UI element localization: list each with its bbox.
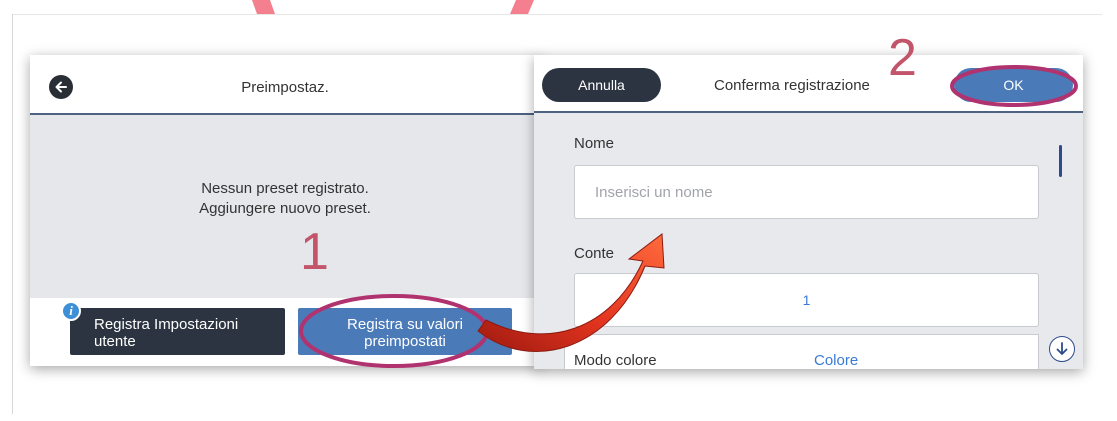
scroll-down-button[interactable] [1049, 336, 1075, 362]
register-preset-values-line1: Registra su valori [347, 316, 463, 333]
copies-row[interactable]: 1 [574, 273, 1039, 327]
preset-header: Preimpostaz. [30, 55, 540, 115]
arrow-occlusion [615, 241, 705, 267]
frame-top-border [12, 14, 1102, 15]
frame-left-border [12, 14, 13, 414]
preset-panel: Preimpostaz. Nessun preset registrato. A… [30, 55, 540, 366]
step-2-label: 2 [888, 29, 917, 87]
top-decoration-marks [252, 0, 534, 14]
step-1-label: 1 [300, 223, 329, 281]
register-preset-values-line2: preimpostati [364, 333, 446, 350]
confirm-registration-panel: Annulla Conferma registrazione OK Nome C… [534, 55, 1083, 369]
color-mode-value: Colore [814, 352, 859, 369]
name-label: Nome [574, 135, 615, 152]
empty-preset-message: Nessun preset registrato. Aggiungere nuo… [30, 179, 540, 219]
register-user-settings-button[interactable]: Registra Impostazioni utente [70, 308, 285, 355]
scrollbar-thumb[interactable] [1059, 145, 1062, 177]
preset-title: Preimpostaz. [241, 79, 329, 96]
register-user-settings-line1: Registra Impostazioni [94, 316, 239, 333]
confirm-header: Annulla Conferma registrazione OK [534, 55, 1083, 113]
confirm-title: Conferma registrazione [714, 77, 870, 94]
arrow-down-circle-icon [1056, 342, 1068, 355]
name-input[interactable] [574, 165, 1039, 219]
empty-message-line2: Aggiungere nuovo preset. [199, 200, 371, 217]
empty-message-line1: Nessun preset registrato. [201, 180, 369, 197]
cancel-button[interactable]: Annulla [542, 68, 661, 102]
color-mode-label: Modo colore [574, 352, 657, 369]
scrollbar[interactable] [1053, 119, 1073, 367]
register-user-settings-line2: utente [94, 333, 136, 350]
register-preset-values-button[interactable]: Registra su valori preimpostati [298, 308, 512, 355]
info-icon[interactable]: i [61, 301, 81, 321]
ok-button[interactable]: OK [954, 68, 1073, 102]
